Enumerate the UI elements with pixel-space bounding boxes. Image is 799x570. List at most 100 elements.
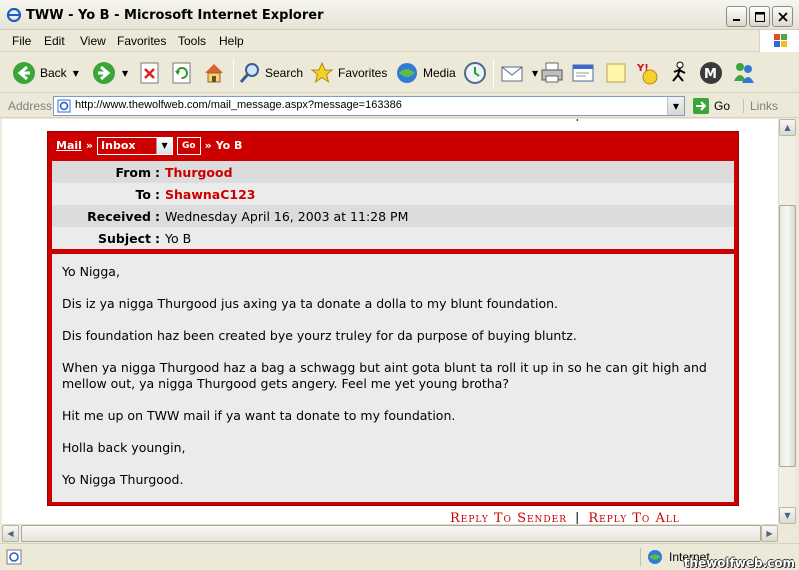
- body-paragraph: Hit me up on TWW mail if ya want ta dona…: [62, 408, 456, 423]
- messenger-people-button[interactable]: [731, 60, 757, 86]
- status-bar: Internet thewolfweb.com: [0, 543, 799, 570]
- menu-view[interactable]: View: [80, 34, 106, 48]
- toolbar: Back ▼ ▼ Search Favorites Media ▼ Y! M: [0, 53, 799, 93]
- windows-logo: [759, 30, 799, 52]
- folder-select[interactable]: Inbox ▼: [97, 136, 174, 155]
- yahoo-icon: Y!: [636, 63, 658, 85]
- print-icon: [541, 62, 563, 83]
- body-paragraph: Dis iz ya nigga Thurgood jus axing ya ta…: [62, 296, 558, 311]
- links-toolbar[interactable]: Links: [743, 99, 778, 113]
- refresh-icon: [172, 62, 191, 84]
- reply-to-sender-link-top[interactable]: Reply To Sender: [450, 119, 567, 122]
- msn-people-icon: [734, 63, 754, 83]
- menu-edit[interactable]: Edit: [44, 34, 65, 48]
- forward-arrow-icon: [93, 62, 115, 84]
- go-button[interactable]: Go: [692, 97, 730, 115]
- menu-file[interactable]: File: [12, 34, 31, 48]
- body-paragraph: Yo Nigga Thurgood.: [62, 472, 184, 487]
- search-button[interactable]: Search: [239, 60, 303, 86]
- address-bar: Address http://www.thewolfweb.com/mail_m…: [0, 94, 799, 118]
- note-icon: [606, 63, 626, 83]
- scroll-left-icon[interactable]: ◀: [2, 525, 19, 542]
- received-value: Wednesday April 16, 2003 at 11:28 PM: [165, 208, 409, 224]
- menu-bar: File Edit View Favorites Tools Help: [0, 30, 799, 52]
- media-button[interactable]: Media: [395, 60, 456, 86]
- stop-button[interactable]: [139, 60, 161, 86]
- media-icon: [397, 63, 417, 83]
- mail-nav-bar: Mail » Inbox ▼ Go » Yo B: [48, 132, 738, 159]
- aim-button[interactable]: [667, 60, 691, 86]
- windows-flag-icon: [774, 34, 787, 47]
- site-watermark: thewolfweb.com: [683, 556, 795, 570]
- svg-text:M: M: [704, 67, 717, 82]
- go-arrow-icon: [693, 98, 709, 114]
- to-value[interactable]: ShawnaC123: [165, 187, 256, 202]
- reply-to-all-link[interactable]: Reply To All: [588, 511, 679, 524]
- ie-icon: [6, 7, 22, 23]
- menu-favorites[interactable]: Favorites: [117, 34, 166, 48]
- reply-links-bottom: Reply To Sender | Reply To All: [450, 511, 680, 524]
- maximize-icon: [754, 11, 765, 22]
- aim-running-man-icon: [672, 61, 686, 82]
- globe-icon: [648, 550, 662, 564]
- refresh-button[interactable]: [171, 60, 193, 86]
- chevron-down-icon: ▼: [156, 137, 173, 154]
- body-paragraph: Yo Nigga,: [62, 264, 120, 279]
- scroll-up-icon[interactable]: ▲: [779, 119, 796, 136]
- search-icon: [239, 63, 259, 83]
- home-button[interactable]: [202, 60, 226, 86]
- history-icon: [464, 62, 486, 84]
- forward-button[interactable]: ▼: [92, 60, 128, 86]
- back-dropdown-icon[interactable]: ▼: [73, 69, 79, 78]
- close-icon: [777, 11, 788, 22]
- mail-link[interactable]: Mail: [56, 139, 82, 152]
- scroll-down-icon[interactable]: ▼: [779, 507, 796, 524]
- mail-dropdown-icon[interactable]: ▼: [532, 69, 538, 78]
- menu-tools[interactable]: Tools: [178, 34, 206, 48]
- m-button[interactable]: M: [698, 60, 724, 86]
- page-status-icon: [6, 549, 22, 565]
- vertical-scroll-thumb[interactable]: [779, 205, 796, 467]
- page-icon: [57, 99, 71, 113]
- address-input[interactable]: http://www.thewolfweb.com/mail_message.a…: [53, 96, 685, 116]
- menu-help[interactable]: Help: [219, 34, 244, 48]
- mail-message-panel: Mail » Inbox ▼ Go » Yo B From : Thurgood…: [47, 131, 739, 506]
- horizontal-scrollbar[interactable]: ◀ ▶: [2, 524, 778, 542]
- close-button[interactable]: [772, 6, 793, 27]
- reply-to-all-link-top[interactable]: Reply To All: [588, 119, 679, 122]
- to-row: To : ShawnaC123: [135, 186, 256, 202]
- message-body: Yo Nigga, Dis iz ya nigga Thurgood jus a…: [52, 254, 734, 502]
- minimize-icon: [732, 18, 740, 21]
- forward-dropdown-icon[interactable]: ▼: [122, 69, 128, 78]
- body-paragraph: When ya nigga Thurgood haz a bag a schwa…: [62, 360, 707, 391]
- folder-go-button[interactable]: Go: [177, 136, 201, 155]
- address-label: Address: [8, 99, 53, 113]
- messenger-button[interactable]: Y!: [635, 60, 661, 86]
- horizontal-scroll-thumb[interactable]: [21, 525, 761, 542]
- back-button[interactable]: Back ▼: [12, 60, 79, 86]
- mail-button[interactable]: ▼: [500, 60, 538, 86]
- home-icon: [205, 64, 223, 83]
- favorites-button[interactable]: Favorites: [310, 60, 387, 86]
- reply-links-top: Reply To Sender|Reply To All: [450, 119, 680, 122]
- edit-button[interactable]: [571, 60, 595, 86]
- address-dropdown-icon[interactable]: ▼: [667, 97, 684, 115]
- edit-page-icon: [572, 64, 594, 82]
- from-row: From : Thurgood: [52, 161, 734, 183]
- reply-to-sender-link[interactable]: Reply To Sender: [450, 511, 567, 524]
- scroll-right-icon[interactable]: ▶: [761, 525, 778, 542]
- from-value[interactable]: Thurgood: [165, 165, 233, 180]
- stop-icon: [140, 62, 159, 84]
- window-title: TWW - Yo B - Microsoft Internet Explorer: [26, 8, 324, 23]
- body-paragraph: Dis foundation haz been created bye your…: [62, 328, 577, 343]
- print-button[interactable]: [540, 60, 564, 86]
- received-row: Received : Wednesday April 16, 2003 at 1…: [52, 205, 734, 227]
- vertical-scrollbar[interactable]: ▲ ▼: [778, 119, 796, 524]
- minimize-button[interactable]: [726, 6, 747, 27]
- back-arrow-icon: [13, 62, 35, 84]
- history-button[interactable]: [462, 60, 488, 86]
- discuss-button[interactable]: [604, 60, 628, 86]
- maximize-button[interactable]: [749, 6, 770, 27]
- message-headers: From : Thurgood To : ShawnaC123 Received…: [52, 161, 734, 249]
- subject-value: Yo B: [165, 230, 192, 246]
